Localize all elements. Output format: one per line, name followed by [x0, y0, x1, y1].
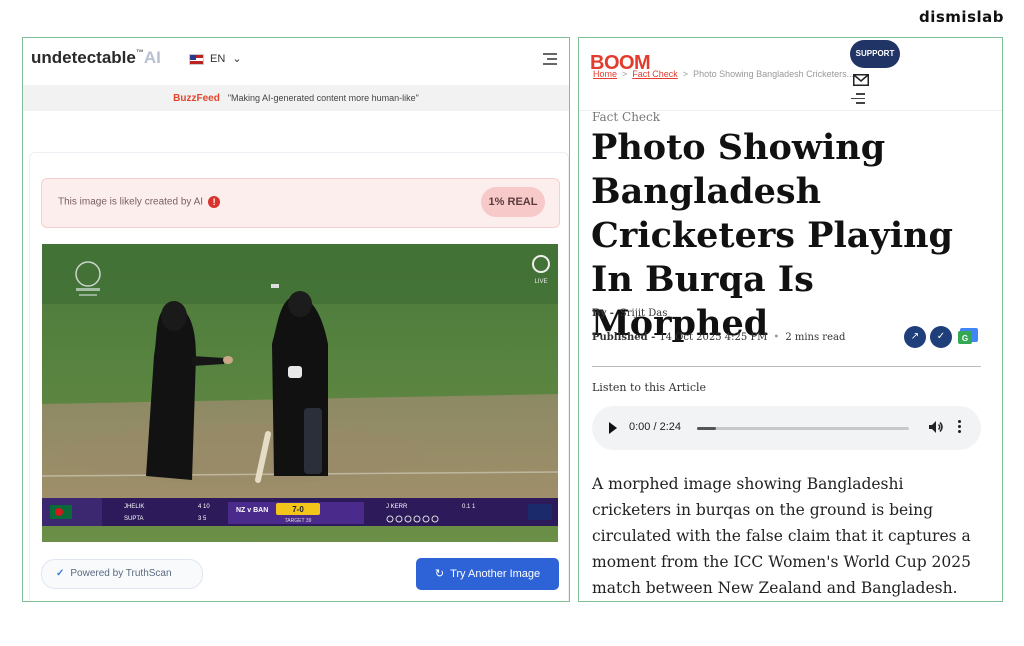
hamburger-menu-icon[interactable]: [851, 90, 865, 107]
match-label: NZ v BAN: [236, 507, 268, 514]
alert-message: This image is likely created by AI!: [58, 196, 221, 208]
check-icon: ✓: [56, 568, 65, 579]
undetectable-ai-panel: undetectable™AI EN ⌄ BuzzFeed "Making AI-…: [22, 37, 570, 602]
audio-time: 0:00 / 2:24: [629, 421, 681, 433]
bowler-name: J KERR: [386, 504, 408, 510]
language-selector[interactable]: EN ⌄: [189, 52, 242, 65]
bowler-figures: 0.1 1: [462, 504, 476, 510]
more-options-icon[interactable]: [958, 420, 962, 435]
live-label: LIVE: [534, 279, 547, 285]
buzzfeed-logo: BuzzFeed: [173, 93, 220, 104]
share-icon[interactable]: ↗: [904, 326, 926, 348]
real-score-badge: 1% REAL: [481, 187, 545, 217]
breadcrumb-fact-check[interactable]: Fact Check: [632, 69, 678, 79]
undetectable-logo[interactable]: undetectable™AI: [31, 48, 161, 68]
refresh-icon: ↻: [434, 568, 445, 580]
powered-by-label: Powered by TruthScan: [70, 568, 172, 579]
banner-quote: "Making AI-generated content more human-…: [227, 93, 419, 103]
powered-by-truthscan[interactable]: ✓ Powered by TruthScan: [41, 559, 203, 589]
fact-check-icon[interactable]: ✓: [930, 326, 952, 348]
analyzed-image: LIVE JHELIK 4 10 SUPTA 3 5 NZ v BAN 7-0 …: [42, 244, 558, 542]
audio-progress-fill: [697, 427, 717, 430]
published-date: 14 Oct 2025 4:25 PM: [659, 332, 768, 343]
byline: By - Srijit Das: [592, 308, 667, 319]
menu-icon[interactable]: [543, 50, 557, 68]
audio-player: 0:00 / 2:24: [592, 406, 981, 450]
undetectable-header: undetectable™AI EN ⌄: [23, 38, 569, 83]
breadcrumb: Home > Fact Check > Photo Showing Bangladesh…: [593, 69, 855, 79]
read-time: 2 mins read: [785, 332, 846, 343]
target-label: TARGET 39: [285, 518, 312, 524]
player2-score: 3 5: [198, 516, 207, 522]
published-row: Published -14 Oct 2025 4:25 PM • 2 mins re…: [592, 332, 846, 343]
listen-label: Listen to this Article: [592, 381, 707, 394]
google-news-icon[interactable]: G: [958, 326, 980, 346]
player1-name: JHELIK: [124, 504, 144, 510]
buzzfeed-banner: BuzzFeed "Making AI-generated content mor…: [23, 85, 569, 111]
player1-score: 4 10: [198, 504, 210, 510]
article-body: A morphed image showing Bangladeshi cric…: [592, 475, 971, 597]
play-icon[interactable]: [609, 422, 617, 434]
boom-article-panel: BOOM Home > Fact Check > Photo Showing Bangl…: [578, 37, 1003, 602]
try-button-label: Try Another Image: [450, 568, 541, 580]
article-category[interactable]: Fact Check: [592, 110, 660, 124]
support-button[interactable]: SUPPORT: [850, 40, 900, 68]
logo-main-text: undetectable: [31, 48, 136, 67]
volume-icon[interactable]: [928, 419, 944, 440]
breadcrumb-home[interactable]: Home: [593, 69, 617, 79]
us-flag-icon: [189, 53, 204, 65]
mail-icon[interactable]: [853, 73, 869, 91]
author-name[interactable]: Srijit Das: [620, 308, 667, 319]
svg-text:G: G: [962, 334, 968, 343]
chevron-down-icon: ⌄: [232, 53, 242, 65]
article-divider: [592, 366, 981, 367]
player2-name: SUPTA: [124, 516, 144, 522]
try-another-image-button[interactable]: ↻ Try Another Image: [416, 558, 559, 590]
ai-detection-alert: This image is likely created by AI! 1% R…: [41, 178, 560, 228]
published-label: Published -: [592, 332, 656, 343]
match-score: 7-0: [292, 505, 304, 514]
breadcrumb-current: Photo Showing Bangladesh Cricketers...: [693, 69, 855, 79]
dismislab-logo: dismislab: [918, 8, 1004, 26]
scoreboard: JHELIK 4 10 SUPTA 3 5 NZ v BAN 7-0 TARGE…: [42, 498, 558, 526]
alert-text: This image is likely created by AI: [58, 196, 204, 208]
logo-ai-text: AI: [143, 48, 161, 67]
alert-icon[interactable]: !: [208, 196, 221, 208]
audio-progress-bar[interactable]: [697, 427, 909, 430]
logo-tm: ™: [135, 48, 144, 57]
by-label: By -: [592, 308, 614, 319]
language-label: EN: [210, 53, 226, 65]
